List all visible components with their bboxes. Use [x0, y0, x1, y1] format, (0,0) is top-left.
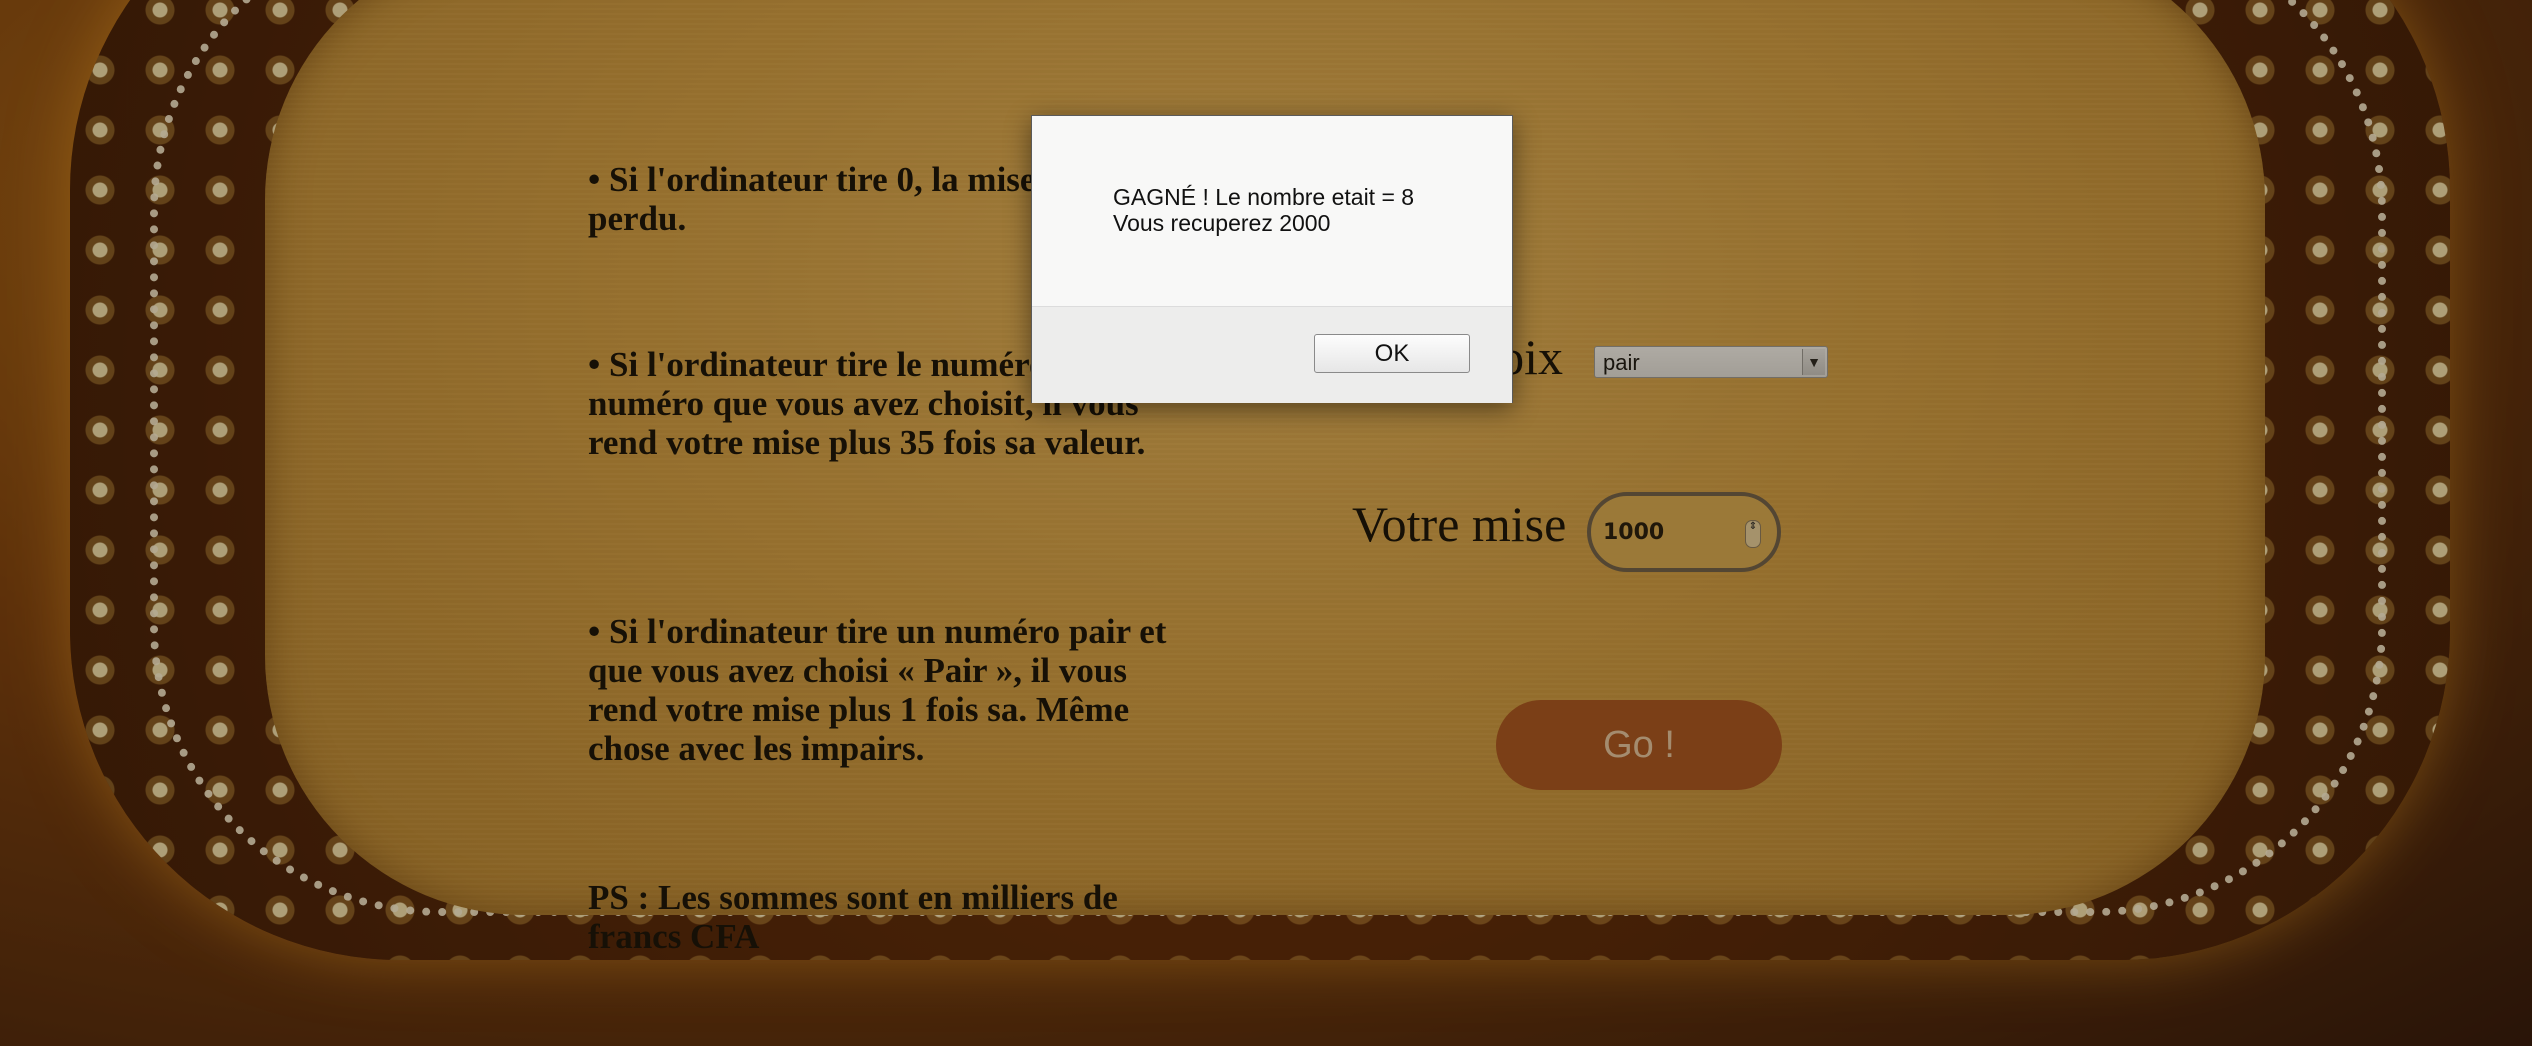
alert-footer: OK — [1032, 306, 1512, 403]
alert-message-winnings: Vous recuperez 2000 — [1113, 210, 1331, 236]
alert-dialog: GAGNÉ ! Le nombre etait = 8 Vous recuper… — [1031, 115, 1513, 403]
ok-button[interactable]: OK — [1314, 334, 1470, 373]
alert-message: GAGNÉ ! Le nombre etait = 8 Vous recuper… — [1113, 184, 1414, 236]
alert-message-result: GAGNÉ ! Le nombre etait = 8 — [1113, 184, 1415, 210]
